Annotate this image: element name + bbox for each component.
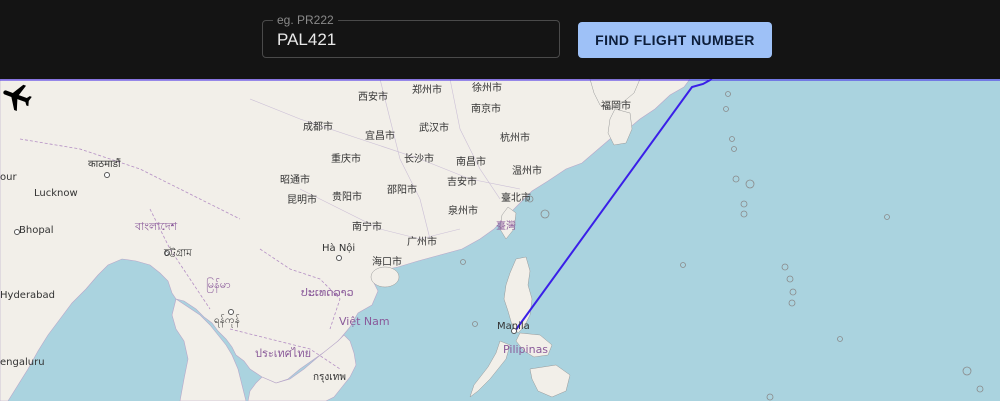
map-canvas — [0, 79, 1000, 401]
map-label-yichang: 宜昌市 — [365, 131, 395, 142]
map-label-manila: Manila — [497, 321, 530, 332]
map-label-bangkok: กรุงเทพ — [313, 372, 346, 383]
map-label-hanoi: Hà Nội — [322, 243, 356, 254]
map-label-wenzhou: 温州市 — [512, 166, 542, 177]
map-label-hyderabad: Hyderabad — [0, 290, 55, 301]
map-label-guiyang: 贵阳市 — [332, 192, 362, 203]
map-label-bhopal: Bhopal — [19, 225, 54, 236]
map-label-fukuoka: 福岡市 — [601, 101, 631, 112]
map-label-haikou: 海口市 — [372, 257, 402, 268]
map-label-laos: ປະເທດລາວ — [301, 286, 354, 299]
map-label-shaoyang: 邵阳市 — [387, 185, 417, 196]
map-label-xuzhou: 徐州市 — [472, 83, 502, 94]
map-label-taiwan: 臺灣 — [496, 221, 516, 232]
map-label-zhengzhou: 郑州市 — [412, 85, 442, 96]
map-label-chengdu: 成都市 — [303, 122, 333, 133]
map-label-pilipinas: Pilipinas — [503, 343, 549, 356]
map-label-nanjing: 南京市 — [471, 104, 501, 115]
map-label-hangzhou: 杭州市 — [500, 133, 530, 144]
find-flight-number-button[interactable]: FIND FLIGHT NUMBER — [578, 22, 772, 58]
map-label-lucknow: Lucknow — [34, 188, 78, 199]
map-label-bengaluru: engaluru — [0, 357, 45, 368]
map-label-vietnam: Việt Nam — [339, 315, 390, 328]
map-label-zhaotong: 昭通市 — [280, 175, 310, 186]
map-label-changsha: 长沙市 — [404, 154, 434, 165]
top-bar: eg. PR222 FIND FLIGHT NUMBER — [0, 0, 1000, 79]
city-dot — [336, 255, 342, 261]
map-label-yangon: ရန်ကုန် — [214, 315, 240, 326]
map-label-xian: 西安市 — [358, 92, 388, 103]
flight-number-input[interactable] — [277, 30, 547, 50]
map-label-chongqing: 重庆市 — [331, 154, 361, 165]
map-label-chittagong: চট্টগ্রাম — [164, 248, 192, 259]
map-label-our: our — [0, 172, 17, 183]
flight-number-field[interactable]: eg. PR222 — [262, 12, 560, 58]
map-label-nanning: 南宁市 — [352, 222, 382, 233]
map-label-jian: 吉安市 — [447, 177, 477, 188]
map-label-bangladesh: বাংলাদেশ — [135, 220, 178, 233]
city-dot — [104, 172, 110, 178]
map-view[interactable]: 西安市 郑州市 徐州市 福岡市 成都市 宜昌市 武汉市 南京市 杭州市 काठम… — [0, 79, 1000, 401]
map-label-wuhan: 武汉市 — [419, 123, 449, 134]
map-label-myanmar: မြန်မာ — [206, 278, 231, 291]
map-label-nanchang: 南昌市 — [456, 157, 486, 168]
map-label-kunming: 昆明市 — [287, 195, 317, 206]
land-hainan — [370, 266, 400, 288]
map-label-taipei: 臺北市 — [501, 193, 531, 204]
map-label-quanzhou: 泉州市 — [448, 206, 478, 217]
airplane-icon[interactable] — [0, 79, 34, 113]
map-label-kathmandu: काठमाडौं — [88, 159, 121, 170]
map-label-thailand: ประเทศไทย — [255, 347, 312, 360]
map-label-guangzhou: 广州市 — [407, 237, 437, 248]
flight-number-label: eg. PR222 — [273, 12, 338, 28]
